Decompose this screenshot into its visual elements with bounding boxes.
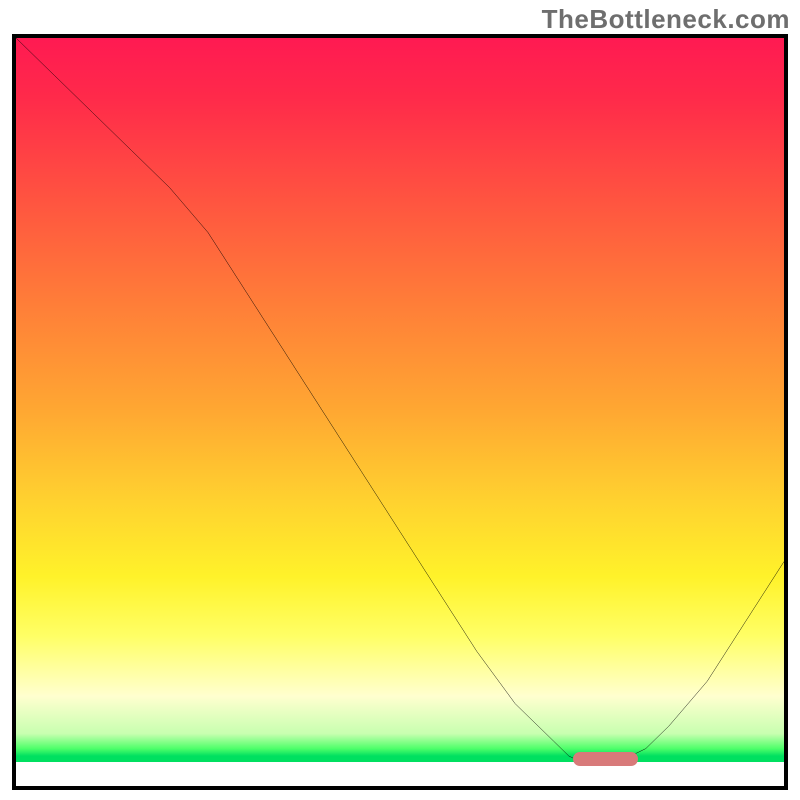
optimal-range-marker (573, 752, 638, 766)
plot-area (12, 34, 788, 790)
chart-root: TheBottleneck.com (0, 0, 800, 800)
watermark-label: TheBottleneck.com (542, 4, 790, 35)
bottleneck-curve (16, 38, 784, 786)
